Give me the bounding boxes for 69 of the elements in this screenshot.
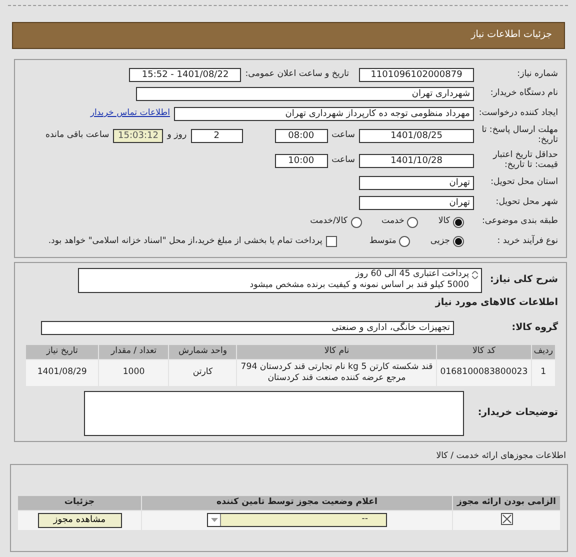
- table-cell: 1401/08/29: [26, 359, 99, 386]
- view-permit-button[interactable]: مشاهده مجوز: [38, 512, 122, 528]
- input-field[interactable]: 1401/08/22 - 15:52: [129, 68, 242, 82]
- input-field[interactable]: 10:00: [274, 154, 328, 168]
- column-header: الزامی بودن ارائه مجوز: [452, 495, 560, 510]
- input-field[interactable]: 08:00: [274, 128, 328, 142]
- field-label: شرح کلی نیاز:: [488, 274, 559, 286]
- input-field[interactable]: مهرداد منظومی توجه ده کارپرداز شهرداری تهران: [174, 106, 474, 121]
- field-label: نام دستگاه خریدار:: [489, 89, 559, 100]
- field-label: ساعت: [332, 130, 355, 140]
- input-field[interactable]: 1101096102000879: [359, 68, 474, 82]
- table-cell: 1000: [98, 359, 169, 386]
- field-label: گروه کالا:: [510, 322, 559, 334]
- column-header: کد کالا: [436, 344, 532, 360]
- table-cell: 1: [531, 359, 556, 386]
- input-field[interactable]: 2: [190, 128, 243, 142]
- field-label: نوع فرآیند خرید :: [496, 236, 559, 247]
- column-header: واحد شمارش: [168, 344, 237, 360]
- option-label: متوسط: [369, 236, 396, 247]
- table-cell: کارتن: [168, 359, 237, 386]
- column-header: ردیف: [531, 344, 556, 360]
- field-label: حداقل تاریخ اعتبار قیمت: تا تاریخ:: [492, 150, 559, 170]
- option-label: خدمت: [382, 217, 404, 228]
- checkbox-label: پرداخت تمام یا بخشی از مبلغ خرید،از محل "اسناد خزانه اسلامی" خواهد بود.: [48, 236, 322, 247]
- field-label: ساعت باقی مانده: [46, 130, 110, 140]
- column-header: تاریخ نیاز: [26, 344, 99, 360]
- field-label: شهر محل تحویل:: [494, 198, 559, 208]
- input-field[interactable]: 1401/10/28: [359, 154, 474, 168]
- notes-field[interactable]: [84, 390, 464, 436]
- column-header: نام کالا: [236, 344, 437, 360]
- radio-button[interactable]: [350, 216, 362, 228]
- input-field[interactable]: 1401/08/25: [359, 128, 474, 142]
- column-header: جزئیات: [18, 495, 142, 510]
- text-area[interactable]: پرداخت اعتباری 45 الی 60 روز 5000 کیلو قند بر اساس نمونه و کیفیت برنده مشخص میشود: [78, 268, 482, 292]
- option-label: کالا/خدمت: [310, 217, 348, 228]
- field-label: تاریخ و ساعت اعلان عمومی:: [245, 70, 349, 80]
- scroll-arrows-icon: [472, 270, 478, 278]
- dropdown-value: --: [362, 514, 368, 524]
- section-header: جزئیات اطلاعات نیاز: [12, 22, 565, 49]
- section-heading: اطلاعات کالاهای مورد نیاز: [434, 298, 558, 308]
- field-label: مهلت ارسال پاسخ: تا تاریخ:: [480, 126, 559, 146]
- field-label: استان محل تحویل:: [490, 178, 559, 188]
- radio-button[interactable]: [453, 216, 464, 228]
- radio-button[interactable]: [453, 236, 464, 248]
- contact-link[interactable]: اطلاعات تماس خریدار: [90, 108, 170, 119]
- input-field[interactable]: تهران: [359, 196, 474, 210]
- input-field[interactable]: شهرداری تهران: [136, 87, 474, 102]
- field-label: طبقه بندی موضوعی:: [480, 217, 559, 228]
- status-dropdown[interactable]: --: [207, 513, 387, 528]
- checkbox[interactable]: [326, 236, 338, 248]
- input-field[interactable]: تجهیزات خانگی، اداری و صنعتی: [41, 321, 454, 336]
- field-label: ساعت: [332, 156, 355, 166]
- section-heading: اطلاعات مجوزهای ارائه خدمت / کالا: [435, 452, 566, 462]
- column-header: اعلام وضعیت مجوز توسط تامین کننده: [142, 495, 452, 510]
- input-field[interactable]: تهران: [359, 176, 474, 190]
- field-label: روز و: [167, 130, 187, 140]
- option-label: جزیی: [430, 236, 450, 247]
- option-label: کالا: [438, 217, 450, 228]
- field-label: ایجاد کننده درخواست:: [478, 108, 559, 119]
- text-line: 5000 کیلو قند بر اساس نمونه و کیفیت برنده مشخص میشود: [250, 280, 469, 290]
- table-cell: قند شکسته کارتن 5 kg نام تجارتی قند کردستان 794 مرجع عرضه کننده صنعت قند کردستان: [236, 359, 437, 386]
- radio-button[interactable]: [399, 236, 410, 248]
- column-header: تعداد / مقدار: [98, 344, 169, 360]
- radio-button[interactable]: [407, 216, 418, 228]
- field-label: توضیحات خریدار:: [476, 408, 559, 419]
- table-cell: 0168100083800023: [436, 359, 532, 386]
- text-line: پرداخت اعتباری 45 الی 60 روز: [354, 268, 469, 280]
- countdown-field[interactable]: 15:03:12: [113, 128, 164, 142]
- field-label: شماره نیاز:: [516, 70, 559, 80]
